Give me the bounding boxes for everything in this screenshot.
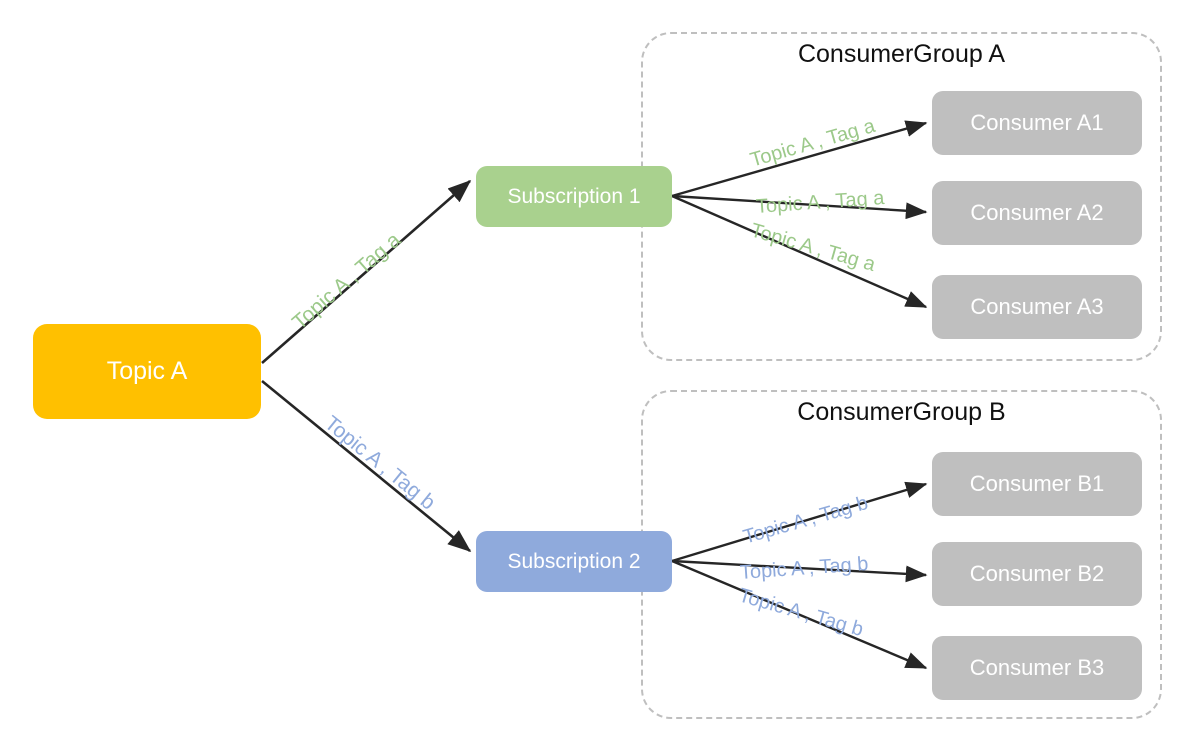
consumer-group-b-title: ConsumerGroup B (797, 398, 1006, 426)
node-consumer-b2[interactable]: Consumer B2 (932, 542, 1142, 606)
node-subscription-2[interactable]: Subscription 2 (476, 531, 672, 592)
edge-topic-to-subscription-2 (261, 379, 472, 553)
consumer-group-a-title: ConsumerGroup A (797, 40, 1006, 68)
node-consumer-b1[interactable]: Consumer B1 (932, 452, 1142, 516)
node-subscription-1[interactable]: Subscription 1 (476, 166, 672, 227)
node-consumer-a2[interactable]: Consumer A2 (932, 181, 1142, 245)
node-topic-a[interactable]: Topic A (33, 324, 261, 419)
node-consumer-b3[interactable]: Consumer B3 (932, 636, 1142, 700)
edge-topic-to-subscription-1 (261, 179, 472, 364)
diagram-canvas: ConsumerGroup A ConsumerGroup B Topic A … (0, 0, 1193, 737)
node-consumer-a1[interactable]: Consumer A1 (932, 91, 1142, 155)
node-consumer-a3[interactable]: Consumer A3 (932, 275, 1142, 339)
